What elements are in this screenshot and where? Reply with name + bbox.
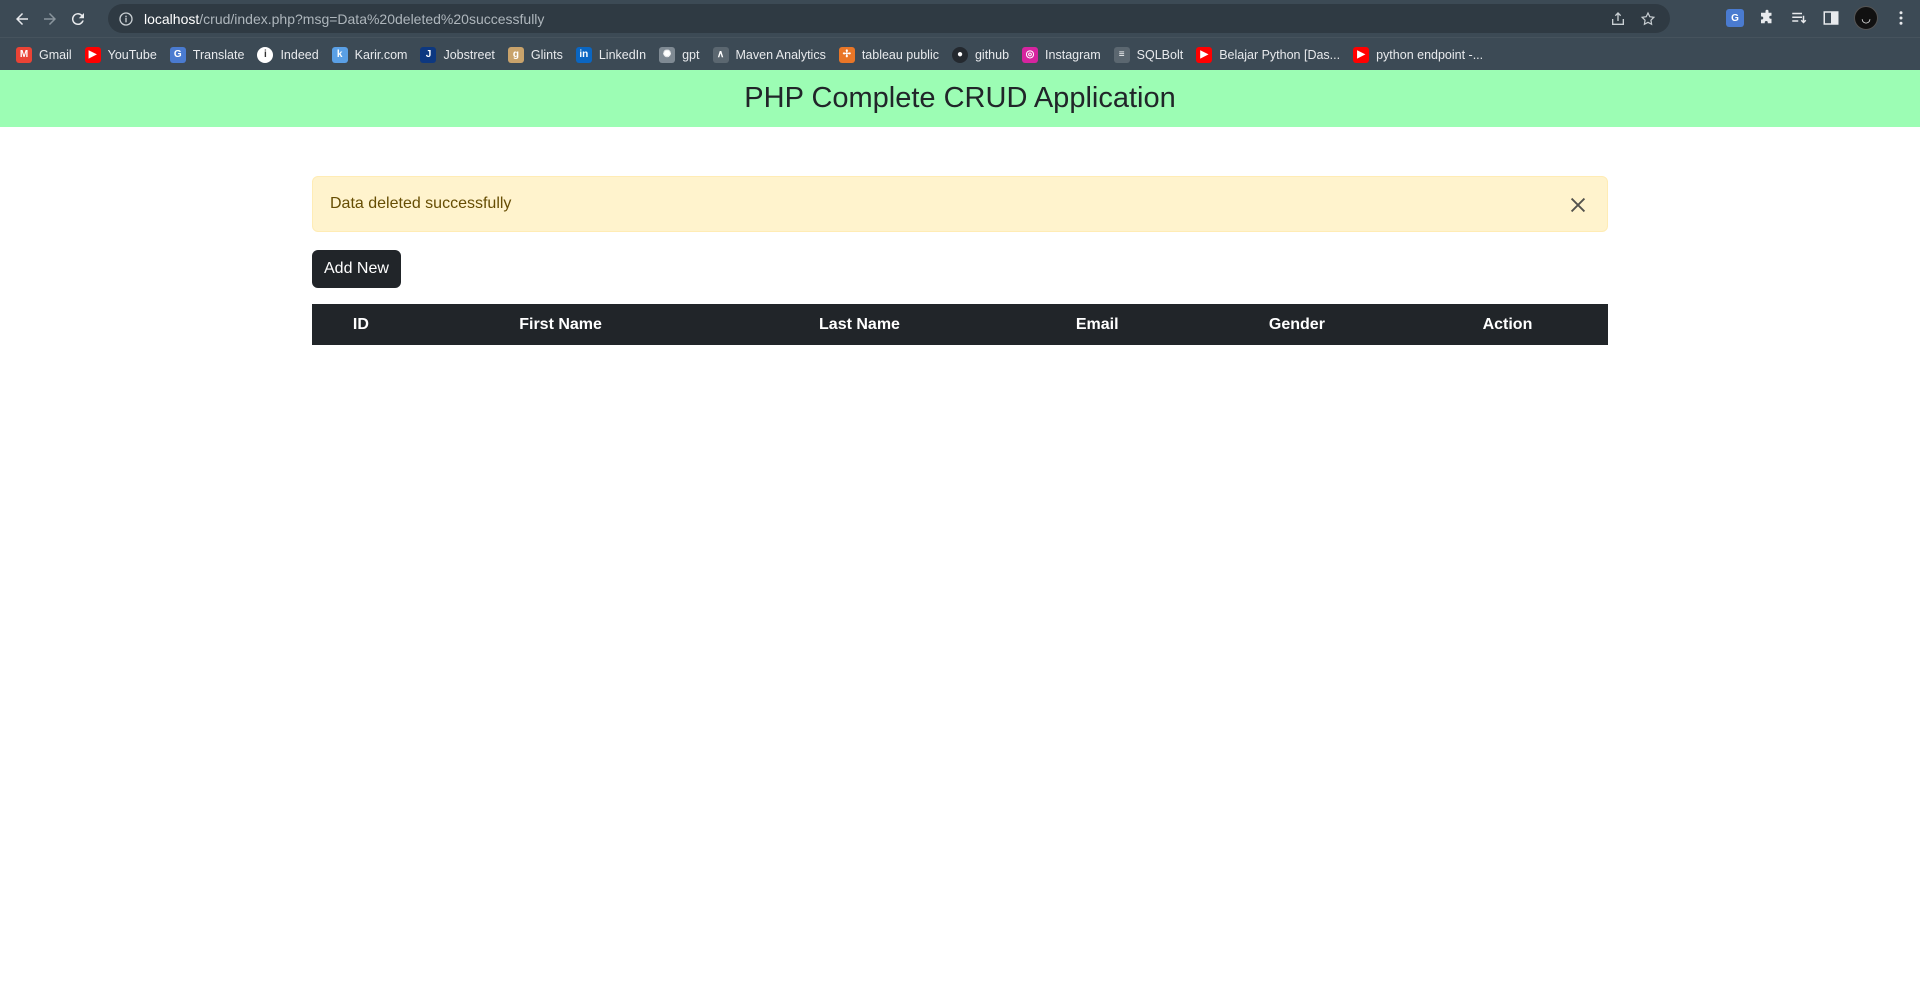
url-text[interactable]: localhost/crud/index.php?msg=Data%20dele… (144, 11, 544, 27)
bookmark-label: Glints (530, 47, 563, 62)
reading-list-icon[interactable] (1790, 9, 1808, 27)
bookmark-tableau-public[interactable]: ✢ tableau public (833, 42, 946, 68)
page-title: PHP Complete CRUD Application (744, 82, 1176, 114)
bookmark-translate[interactable]: G Translate (164, 42, 252, 68)
bookmark-maven-analytics[interactable]: ∧ Maven Analytics (707, 42, 833, 68)
indeed-icon: i (257, 46, 274, 63)
bookmark-youtube[interactable]: ▶ YouTube (79, 42, 164, 68)
bookmark-label: github (974, 47, 1010, 62)
side-panel-icon[interactable] (1822, 9, 1840, 27)
bookmarks-bar: M Gmail ▶ YouTube G Translate i Indeed k Karir.co… (0, 37, 1920, 71)
star-icon[interactable] (1640, 11, 1656, 27)
bookmark-linkedin[interactable]: in LinkedIn (570, 42, 653, 68)
karir-icon: k (331, 46, 348, 63)
bookmark-gpt[interactable]: ✺ gpt (653, 42, 706, 68)
bookmark-label: Translate (192, 47, 245, 62)
toolbar: localhost/crud/index.php?msg=Data%20dele… (0, 0, 1920, 37)
site-info-icon[interactable] (118, 11, 134, 27)
profile-avatar[interactable]: ◡ (1854, 6, 1878, 30)
app-header: PHP Complete CRUD Application (0, 70, 1920, 127)
bookmark-glints[interactable]: g Glints (502, 42, 570, 68)
bookmark-indeed[interactable]: i Indeed (251, 42, 325, 68)
alert-message: Data deleted successfully (330, 195, 512, 212)
sqlbolt-icon: ≡ (1113, 46, 1130, 63)
bookmark-label: Indeed (280, 47, 319, 62)
bookmark-label: LinkedIn (598, 47, 647, 62)
youtube-icon: ▶ (84, 46, 101, 63)
bookmark-label: Gmail (39, 47, 72, 62)
column-header-last-name: Last Name (819, 315, 900, 333)
bookmark-label: gpt (682, 47, 700, 62)
bookmark-sqlbolt[interactable]: ≡ SQLBolt (1108, 42, 1191, 68)
jobstreet-icon: J (420, 46, 437, 63)
bookmark-label: SQLBolt (1136, 47, 1184, 62)
bookmark-jobstreet[interactable]: J Jobstreet (414, 42, 501, 68)
youtube-icon: ▶ (1353, 46, 1370, 63)
bookmark-label: Belajar Python [Das... (1219, 47, 1341, 62)
menu-kebab-icon[interactable] (1892, 9, 1910, 27)
github-icon: ● (951, 46, 968, 63)
share-icon[interactable] (1610, 11, 1626, 27)
tableau-icon: ✢ (838, 46, 855, 63)
column-header-id: ID (352, 315, 369, 333)
alert-success: Data deleted successfully (312, 176, 1608, 232)
bookmark-label: Karir.com (354, 47, 408, 62)
column-header-action: Action (1482, 315, 1533, 333)
extensions-puzzle-icon[interactable] (1758, 9, 1776, 27)
chatgpt-icon: ✺ (659, 46, 676, 63)
bookmark-belajar-python-das[interactable]: ▶ Belajar Python [Das... (1190, 42, 1347, 68)
bookmark-label: YouTube (107, 47, 157, 62)
bookmark-karir-com[interactable]: k Karir.com (326, 42, 415, 68)
data-table: ID First Name Last Name Email Gender Action (312, 304, 1608, 345)
bookmark-instagram[interactable]: ◎ Instagram (1016, 42, 1108, 68)
column-header-first-name: First Name (519, 315, 602, 333)
linkedin-icon: in (575, 46, 592, 63)
bookmark-label: python endpoint -... (1376, 47, 1484, 62)
address-bar[interactable]: localhost/crud/index.php?msg=Data%20dele… (108, 4, 1670, 33)
table-header-row: ID First Name Last Name Email Gender Action (312, 304, 1608, 345)
youtube-icon: ▶ (1196, 46, 1213, 63)
column-header-email: Email (1075, 315, 1119, 333)
close-icon[interactable] (1567, 194, 1589, 216)
bookmark-github[interactable]: ● github (946, 42, 1016, 68)
bookmark-label: tableau public (861, 47, 939, 62)
main-container: Data deleted successfully Add New ID Firs… (312, 176, 1608, 345)
reload-icon[interactable] (64, 5, 92, 33)
instagram-icon: ◎ (1022, 46, 1039, 63)
translate-icon: G (169, 46, 186, 63)
bookmark-label: Jobstreet (443, 47, 495, 62)
google-translate-extension-icon[interactable]: G (1726, 9, 1744, 27)
glints-icon: g (507, 46, 524, 63)
back-icon[interactable] (8, 5, 36, 33)
bookmark-gmail[interactable]: M Gmail (10, 42, 79, 68)
bookmark-label: Instagram (1045, 47, 1101, 62)
add-new-button[interactable]: Add New (312, 250, 401, 288)
browser-chrome: localhost/crud/index.php?msg=Data%20dele… (0, 0, 1920, 71)
forward-icon[interactable] (36, 5, 64, 33)
column-header-gender: Gender (1268, 315, 1325, 333)
bookmark-label: Maven Analytics (735, 47, 826, 62)
maven-icon: ∧ (712, 46, 729, 63)
gmail-icon: M (16, 46, 32, 63)
bookmark-python-endpoint[interactable]: ▶ python endpoint -... (1347, 42, 1490, 68)
